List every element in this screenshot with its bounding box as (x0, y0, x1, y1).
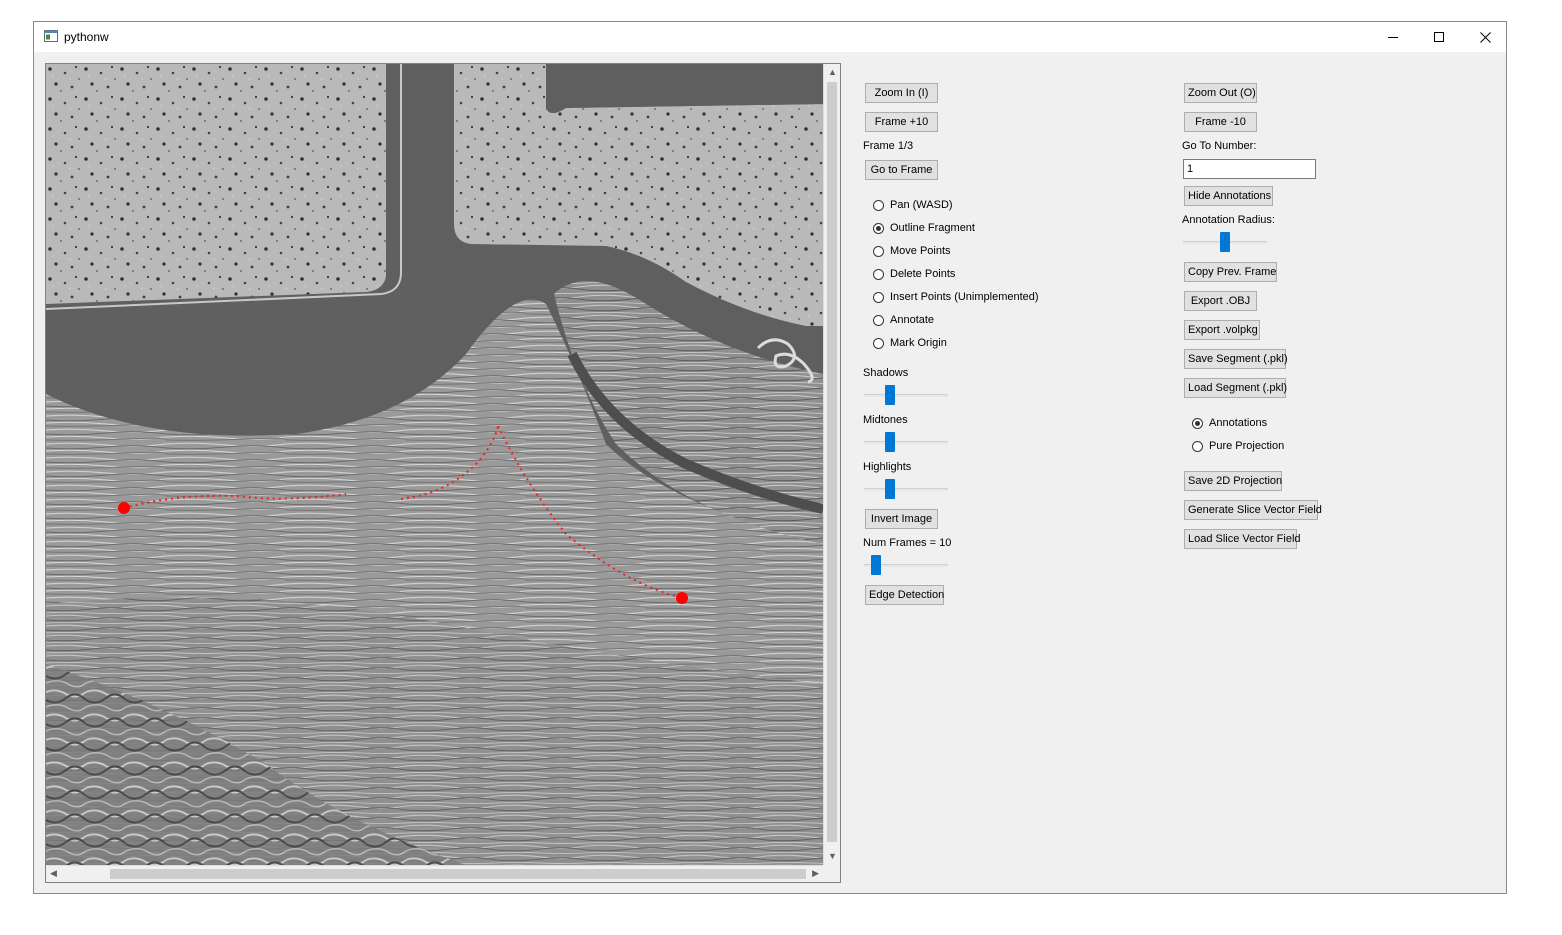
scroll-corner (823, 865, 840, 882)
mode-delete-points-radio[interactable]: Delete Points (873, 268, 955, 280)
slider-handle[interactable] (885, 479, 895, 499)
export-obj-button[interactable]: Export .OBJ (1184, 291, 1257, 311)
app-window-icon (44, 30, 58, 42)
slider-handle[interactable] (885, 432, 895, 452)
highlights-label: Highlights (863, 461, 912, 473)
close-icon (1479, 31, 1491, 43)
maximize-button[interactable] (1416, 22, 1462, 52)
scroll-left-icon[interactable]: ◀ (50, 869, 57, 878)
radio-indicator (873, 268, 884, 280)
slider-track (864, 488, 948, 491)
maximize-icon (1434, 32, 1444, 42)
horizontal-scroll-thumb[interactable] (110, 869, 806, 879)
radio-indicator (1192, 440, 1203, 452)
mode-label: Mark Origin (890, 337, 947, 349)
vertical-scroll-thumb[interactable] (827, 82, 837, 842)
mode-mark-origin-radio[interactable]: Mark Origin (873, 337, 947, 349)
midtones-label: Midtones (863, 414, 908, 426)
save-segment-button[interactable]: Save Segment (.pkl) (1184, 349, 1288, 369)
radio-indicator (873, 337, 884, 349)
annotation-radius-label: Annotation Radius: (1182, 214, 1275, 226)
num-frames-slider[interactable] (864, 555, 948, 575)
annotation-radius-slider[interactable] (1183, 232, 1267, 252)
go-to-number-label: Go To Number: (1182, 140, 1257, 152)
scroll-down-icon[interactable]: ▼ (828, 852, 837, 861)
horizontal-scrollbar[interactable]: ◀ ▶ (46, 865, 823, 882)
radio-indicator (873, 245, 884, 257)
shadows-label: Shadows (863, 367, 909, 379)
generate-slice-vector-field-button[interactable]: Generate Slice Vector Field (1184, 500, 1322, 520)
slider-handle[interactable] (885, 385, 895, 405)
mode-label: Annotate (890, 314, 935, 326)
window-title: pythonw (64, 30, 109, 44)
mode-outline-fragment-radio[interactable]: Outline Fragment (873, 222, 975, 234)
mode-move-points-radio[interactable]: Move Points (873, 245, 951, 257)
hide-annotations-button[interactable]: Hide Annotations (1184, 186, 1273, 206)
export-volpkg-button[interactable]: Export .volpkg (1184, 320, 1260, 340)
mode-label: Insert Points (Unimplemented) (890, 291, 1039, 303)
num-frames-label: Num Frames = 10 (863, 537, 952, 549)
minimize-button[interactable] (1370, 22, 1416, 52)
slider-track (864, 394, 948, 397)
zoom-in-button[interactable]: Zoom In (I) (865, 83, 938, 103)
ct-slice-canvas[interactable] (46, 64, 823, 865)
radio-indicator (873, 199, 884, 211)
load-segment-button[interactable]: Load Segment (.pkl) (1184, 378, 1287, 398)
minimize-icon (1388, 37, 1398, 38)
mode-label: Move Points (890, 245, 951, 257)
frame-plus-button[interactable]: Frame +10 (865, 112, 938, 132)
frame-minus-button[interactable]: Frame -10 (1184, 112, 1257, 132)
highlights-slider[interactable] (864, 479, 948, 499)
scroll-up-icon[interactable]: ▲ (828, 68, 837, 77)
go-to-frame-button[interactable]: Go to Frame (865, 160, 938, 180)
zoom-out-button[interactable]: Zoom Out (O) (1184, 83, 1257, 103)
mode-annotate-radio[interactable]: Annotate (873, 314, 934, 326)
title-bar[interactable]: pythonw (34, 22, 1506, 52)
view-mode-label: Annotations (1209, 417, 1268, 429)
mode-label: Pan (WASD) (890, 199, 953, 211)
view-pure-projection-radio[interactable]: Pure Projection (1192, 440, 1284, 452)
vertical-scrollbar[interactable]: ▲ ▼ (823, 64, 840, 865)
mode-label: Delete Points (890, 268, 956, 280)
radio-indicator (873, 222, 884, 234)
close-button[interactable] (1462, 22, 1508, 52)
view-annotations-radio[interactable]: Annotations (1192, 417, 1267, 429)
radio-indicator (1192, 417, 1203, 429)
shadows-slider[interactable] (864, 385, 948, 405)
view-mode-label: Pure Projection (1209, 440, 1285, 452)
radio-indicator (873, 291, 884, 303)
save-2d-projection-button[interactable]: Save 2D Projection (1184, 471, 1282, 491)
slider-handle[interactable] (1220, 232, 1230, 252)
invert-image-button[interactable]: Invert Image (865, 509, 938, 529)
mode-pan-radio[interactable]: Pan (WASD) (873, 199, 953, 211)
mode-insert-points-radio[interactable]: Insert Points (Unimplemented) (873, 291, 1039, 303)
scroll-right-icon[interactable]: ▶ (812, 869, 819, 878)
edge-detection-button[interactable]: Edge Detection (865, 585, 944, 605)
app-window: pythonw ▲ ▼ ◀ ▶ Zoom In (I) Frame +10 Fr… (33, 21, 1507, 894)
go-to-number-input[interactable]: 1 (1183, 159, 1316, 179)
load-slice-vector-field-button[interactable]: Load Slice Vector Field (1184, 529, 1301, 549)
copy-prev-frame-button[interactable]: Copy Prev. Frame (1184, 262, 1277, 282)
slider-track (864, 441, 948, 444)
slider-handle[interactable] (871, 555, 881, 575)
frame-status: Frame 1/3 (863, 140, 914, 152)
radio-indicator (873, 314, 884, 326)
image-viewer[interactable]: ▲ ▼ ◀ ▶ (45, 63, 841, 883)
midtones-slider[interactable] (864, 432, 948, 452)
mode-label: Outline Fragment (890, 222, 975, 234)
